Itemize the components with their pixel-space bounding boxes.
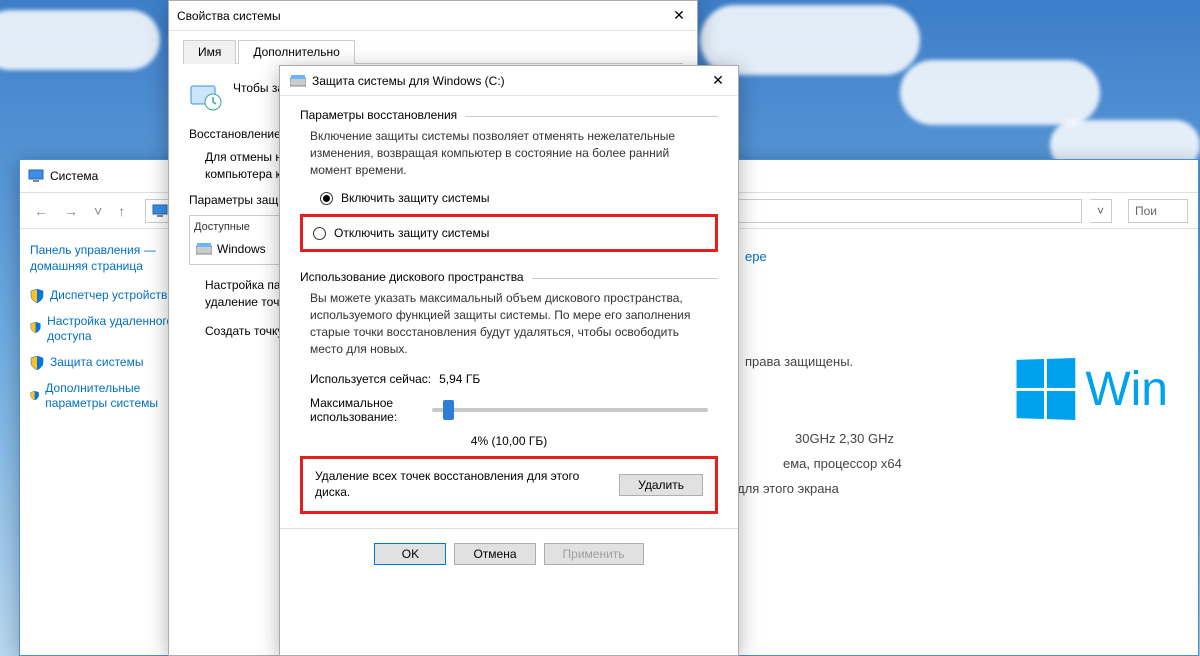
used-label: Используется сейчас: [310, 372, 431, 386]
nav-chevron-icon[interactable]: ˅ [90, 203, 106, 219]
cloud-decoration [900, 60, 1100, 125]
restore-group-title: Параметры восстановления [300, 108, 457, 122]
shield-icon [30, 389, 39, 403]
sidebar-heading[interactable]: Панель управления — домашняя страница [30, 243, 185, 274]
cloud-decoration [0, 10, 160, 70]
nav-up-icon[interactable]: ↑ [114, 203, 129, 219]
sidebar-link-remote[interactable]: Настройка удаленного доступа [30, 314, 185, 345]
radio-disable-protection[interactable]: Отключить защиту системы [313, 223, 489, 243]
props-tabs: Имя Дополнительно [183, 39, 683, 64]
cpu-text: 30GHz 2,30 GHz [795, 431, 1168, 446]
divider [532, 278, 718, 279]
tab-additional[interactable]: Дополнительно [238, 40, 354, 64]
protection-dialog: Защита системы для Windows (C:) ✕ Параме… [279, 65, 739, 656]
windows-logo-icon [1017, 358, 1076, 420]
radio-enable-protection[interactable]: Включить защиту системы [300, 188, 718, 208]
sidebar-link-advanced[interactable]: Дополнительные параметры системы [30, 381, 185, 412]
radio-icon [313, 227, 326, 240]
sidebar-link-label: Диспетчер устройств [50, 288, 167, 304]
radio-label: Отключить защиту системы [334, 226, 489, 240]
delete-button[interactable]: Удалить [619, 474, 703, 496]
close-icon[interactable]: ✕ [708, 72, 728, 89]
windows-logo: Win [1015, 359, 1168, 419]
radio-label: Включить защиту системы [341, 191, 490, 205]
sidebar-link-protection[interactable]: Защита системы [30, 355, 185, 371]
tab-name[interactable]: Имя [183, 40, 236, 64]
disk-description: Вы можете указать максимальный объем дис… [300, 286, 718, 367]
max-usage-label: Максимальное использование: [310, 396, 420, 425]
drive-item-label: Windows [217, 241, 266, 258]
close-icon[interactable]: ✕ [669, 7, 689, 24]
drive-icon [196, 243, 212, 255]
used-value: 5,94 ГБ [439, 372, 480, 386]
system-title: Система [50, 169, 98, 183]
slider-value-text: 4% (10,00 ГБ) [300, 430, 718, 456]
props-titlebar[interactable]: Свойства системы ✕ [169, 1, 697, 31]
ok-button[interactable]: OK [374, 543, 446, 565]
sidebar-link-label: Защита системы [50, 355, 143, 371]
drive-icon [290, 75, 306, 87]
nav-back-icon[interactable]: ← [30, 203, 52, 219]
monitor-icon [28, 169, 44, 183]
sidebar-link-label: Дополнительные параметры системы [45, 381, 185, 412]
arch-text: ема, процессор x64 [783, 456, 1168, 471]
radio-icon [320, 192, 333, 205]
cancel-button[interactable]: Отмена [454, 543, 535, 565]
address-chevron-icon[interactable]: ˅ [1090, 199, 1112, 223]
max-usage-slider[interactable] [432, 408, 708, 412]
disk-group-title: Использование дискового пространства [300, 270, 524, 284]
restore-icon [189, 80, 223, 114]
shield-icon [30, 356, 44, 370]
sidebar-link-device-manager[interactable]: Диспетчер устройств [30, 288, 185, 304]
divider [465, 116, 718, 117]
windows-logo-text: Win [1085, 362, 1168, 417]
shield-icon [30, 322, 41, 336]
highlighted-disable-option: Отключить защиту системы [300, 214, 718, 252]
props-title: Свойства системы [177, 9, 669, 23]
sidebar-link-label: Настройка удаленного доступа [47, 314, 185, 345]
monitor-icon [152, 204, 168, 218]
nav-forward-icon: → [60, 203, 82, 219]
shield-icon [30, 289, 44, 303]
restore-description: Включение защиты системы позволяет отмен… [300, 124, 718, 188]
apply-button: Применить [544, 543, 644, 565]
dialog-button-row: OK Отмена Применить [280, 528, 738, 571]
search-input[interactable]: Пои [1128, 199, 1188, 223]
delete-description: Удаление всех точек восстановления для э… [315, 469, 607, 500]
protect-title: Защита системы для Windows (C:) [312, 74, 708, 88]
protect-titlebar[interactable]: Защита системы для Windows (C:) ✕ [280, 66, 738, 96]
screen-text: ны для этого экрана [717, 481, 1168, 496]
slider-thumb[interactable] [443, 400, 454, 420]
partial-text: ере [745, 249, 1168, 264]
highlighted-delete-section: Удаление всех точек восстановления для э… [300, 456, 718, 513]
